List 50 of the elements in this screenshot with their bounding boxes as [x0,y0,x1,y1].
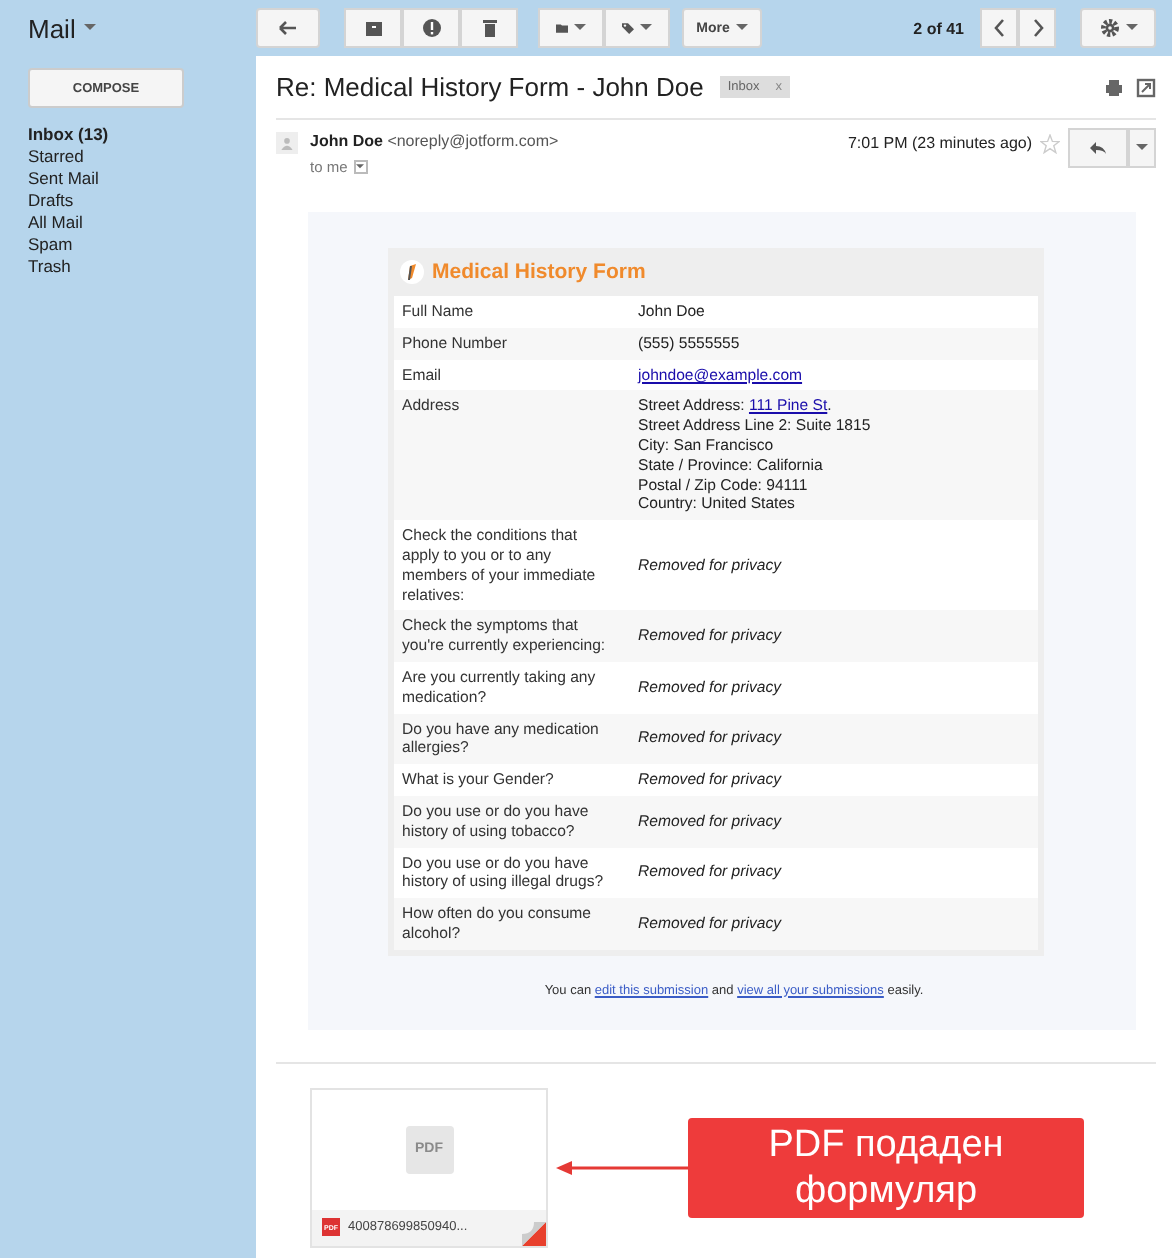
caret-icon [356,164,365,170]
folder-item[interactable]: Spam [28,234,256,256]
archive-button[interactable] [344,8,402,48]
email-subject: Re: Medical History Form - John Doe [276,72,704,102]
folder-item[interactable]: Sent Mail [28,168,256,190]
tag-icon [622,18,634,38]
spam-button[interactable] [402,8,460,48]
print-icon[interactable] [1104,77,1124,97]
page-counter: 2 of 41 [913,19,964,37]
avatar-icon [276,132,298,154]
back-arrow-icon [278,18,298,38]
new-window-icon[interactable] [1136,77,1156,97]
star-icon[interactable] [1040,134,1060,154]
folder-icon [556,18,568,38]
settings-button[interactable] [1080,8,1156,48]
folder-item[interactable]: Trash [28,256,256,278]
label-button[interactable] [604,8,670,48]
form-title: Medical History Form [432,260,646,284]
callout-label: PDF подаден формуляр [688,1117,1084,1218]
details-dropdown[interactable] [353,160,368,174]
more-actions-button[interactable] [1128,128,1156,168]
exclamation-icon [421,18,441,38]
reply-button[interactable] [1068,128,1128,168]
chevron-left-icon [989,18,1009,38]
pointer-arrow [556,1159,688,1176]
settings-icon [1099,18,1119,38]
folder-item[interactable]: Starred [28,146,256,168]
caret-icon [83,24,96,32]
pencil-logo-icon [400,260,424,284]
sender-name: John Doe [310,132,383,150]
folder-item[interactable]: All Mail [28,212,256,234]
next-button[interactable] [1018,8,1056,48]
trash-icon [479,18,499,38]
archive-icon [363,18,383,38]
sender-address: <noreply@jotform.com> [387,132,559,150]
caret-icon [735,24,748,32]
folder-item[interactable]: Drafts [28,190,256,212]
caret-icon [640,24,652,32]
caret-icon [1136,144,1148,152]
previous-button[interactable] [980,8,1018,48]
page-corner-icon [522,1221,546,1246]
delete-button[interactable] [460,8,518,48]
message-time: 7:01 PM (23 minutes ago) [847,134,1032,152]
folder-item[interactable]: Inbox (13) [28,124,256,146]
caret-icon [574,24,586,32]
app-title[interactable]: Mail [28,13,76,43]
caret-icon [1125,24,1137,32]
move-button[interactable] [538,8,604,48]
back-button[interactable] [256,8,320,48]
reply-icon [1088,138,1108,158]
